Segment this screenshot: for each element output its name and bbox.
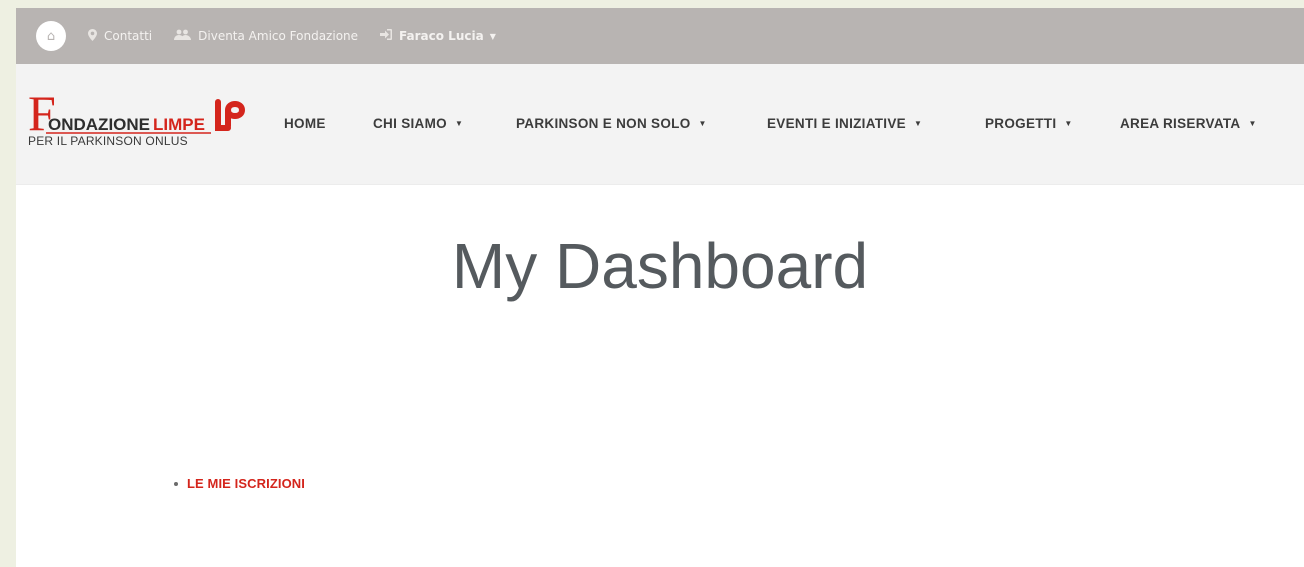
page-title: My Dashboard (451, 230, 869, 302)
nav-label: PARKINSON E NON SOLO (516, 116, 691, 131)
contatti-label: Contatti (104, 29, 153, 43)
nav-label: HOME (284, 116, 326, 131)
nav-label: PROGETTI (985, 116, 1057, 131)
chevron-down-icon: ▼ (1064, 119, 1073, 128)
chevron-down-icon: ▼ (454, 119, 464, 128)
map-marker-icon (88, 28, 97, 44)
browser-frame: ⌂ Contatti Diventa Amico Fondazione Fara… (16, 8, 1304, 567)
chevron-down-icon: ▼ (913, 119, 923, 128)
home-button[interactable]: ⌂ (36, 21, 66, 51)
nav-label: CHI SIAMO (373, 116, 447, 131)
nav-item-area-riservata[interactable]: AREA RISERVATA ▼ (1120, 116, 1257, 131)
chevron-down-icon: ▼ (489, 31, 496, 41)
logo[interactable]: F ONDAZIONE LIMPE PER IL PARKINSON ONLUS (28, 86, 260, 152)
nav-item-progetti[interactable]: PROGETTI ▼ (985, 116, 1073, 131)
nav-item-parkinson[interactable]: PARKINSON E NON SOLO ▼ (516, 116, 707, 131)
nav-item-chi-siamo[interactable]: CHI SIAMO ▼ (373, 116, 463, 131)
nav-item-home[interactable]: HOME (284, 116, 326, 131)
users-icon (174, 29, 192, 44)
user-menu[interactable]: Faraco Lucia ▼ (380, 29, 496, 43)
logo-mark: F ONDAZIONE LIMPE (28, 86, 246, 134)
home-icon: ⌂ (46, 28, 56, 44)
logo-word1: ONDAZIONE (48, 115, 150, 134)
bullet (174, 481, 178, 486)
logo-word2: LIMPE (153, 115, 205, 134)
contatti-link[interactable]: Contatti (88, 28, 153, 44)
chevron-down-icon: ▼ (698, 119, 707, 128)
chevron-down-icon: ▼ (1248, 119, 1257, 128)
nav-item-eventi[interactable]: EVENTI E INIZIATIVE ▼ (767, 116, 922, 131)
le-mie-iscrizioni-link[interactable]: LE MIE ISCRIZIONI (187, 476, 305, 491)
main-navbar: F ONDAZIONE LIMPE PER IL PARKINSON ONLUS… (16, 64, 1304, 185)
logo-monogram (215, 99, 246, 131)
list-item: LE MIE ISCRIZIONI (174, 476, 305, 491)
diventa-amico-link[interactable]: Diventa Amico Fondazione (174, 29, 358, 44)
user-name: Faraco Lucia (399, 29, 484, 43)
diventa-amico-label: Diventa Amico Fondazione (198, 29, 359, 43)
nav-label: EVENTI E INIZIATIVE (767, 116, 906, 131)
logo-tagline: PER IL PARKINSON ONLUS (28, 134, 188, 148)
sign-in-icon (380, 29, 393, 43)
nav-label: AREA RISERVATA (1120, 116, 1241, 131)
top-bar: ⌂ Contatti Diventa Amico Fondazione Fara… (16, 8, 1304, 64)
